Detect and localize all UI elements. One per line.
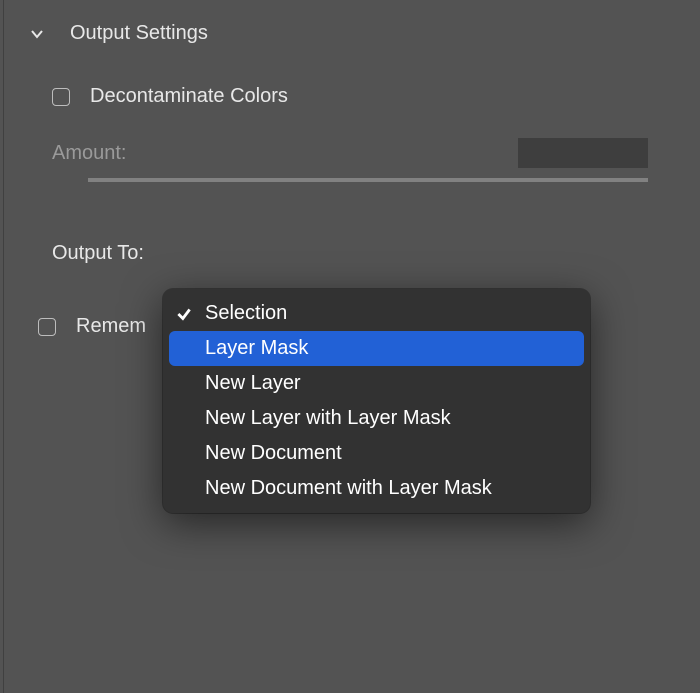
output-to-dropdown[interactable]: Selection Layer Mask New Layer New Layer…	[163, 289, 590, 513]
dropdown-item-layer-mask[interactable]: Layer Mask	[169, 331, 584, 366]
output-to-row: Output To:	[52, 242, 648, 265]
decontaminate-colors-checkbox[interactable]	[52, 88, 70, 106]
chevron-down-icon	[28, 25, 46, 43]
dropdown-item-label: New Document	[205, 442, 574, 465]
dropdown-item-label: New Document with Layer Mask	[205, 477, 574, 500]
dropdown-item-selection[interactable]: Selection	[169, 296, 584, 331]
amount-input[interactable]	[518, 138, 648, 168]
output-to-label: Output To:	[52, 242, 144, 265]
amount-label: Amount:	[52, 142, 126, 165]
output-settings-panel: Output Settings Decontaminate Colors Amo…	[0, 0, 700, 338]
amount-row: Amount:	[52, 138, 648, 168]
amount-slider[interactable]	[88, 178, 648, 182]
decontaminate-colors-row[interactable]: Decontaminate Colors	[52, 85, 648, 108]
dropdown-item-new-layer-with-layer-mask[interactable]: New Layer with Layer Mask	[169, 401, 584, 436]
dropdown-item-new-document-with-layer-mask[interactable]: New Document with Layer Mask	[169, 471, 584, 506]
section-title: Output Settings	[70, 22, 208, 45]
dropdown-item-label: Layer Mask	[205, 337, 574, 360]
decontaminate-colors-label: Decontaminate Colors	[90, 85, 288, 108]
dropdown-item-label: New Layer with Layer Mask	[205, 407, 574, 430]
dropdown-item-label: New Layer	[205, 372, 574, 395]
checkmark-icon	[175, 305, 205, 323]
dropdown-item-label: Selection	[205, 302, 574, 325]
dropdown-item-new-document[interactable]: New Document	[169, 436, 584, 471]
remember-settings-checkbox[interactable]	[38, 318, 56, 336]
dropdown-item-new-layer[interactable]: New Layer	[169, 366, 584, 401]
panel-left-border	[3, 0, 4, 693]
section-header[interactable]: Output Settings	[0, 22, 700, 45]
remember-settings-label: Remem	[76, 315, 146, 338]
